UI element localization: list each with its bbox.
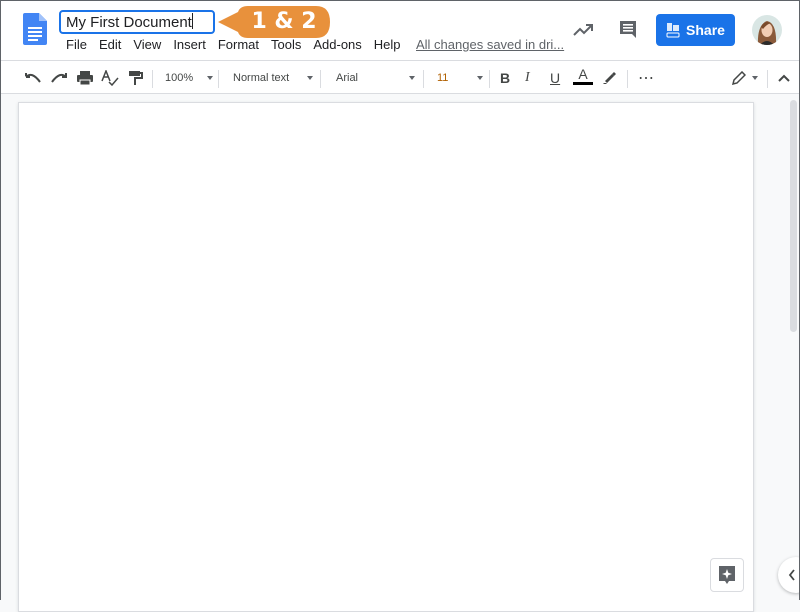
vertical-scrollbar[interactable]: [790, 100, 797, 332]
menu-view[interactable]: View: [127, 37, 167, 53]
activity-dashboard-button[interactable]: [571, 20, 595, 40]
share-lock-icon: [666, 22, 680, 38]
text-caret: [192, 13, 193, 29]
italic-icon: I: [525, 70, 530, 86]
zoom-value: 100%: [165, 72, 193, 84]
font-value: Arial: [336, 72, 358, 84]
text-color-bar: [573, 82, 593, 85]
menu-file[interactable]: File: [60, 37, 93, 53]
toolbar: 100% Normal text Arial 11 B I U A ⋯: [0, 60, 800, 94]
menu-edit[interactable]: Edit: [93, 37, 127, 53]
chevron-down-icon: [409, 76, 415, 80]
trending-up-icon: [573, 23, 593, 37]
pencil-icon: [732, 71, 746, 85]
paragraph-style-select[interactable]: Normal text: [233, 68, 313, 88]
redo-icon: [50, 72, 68, 84]
redo-button[interactable]: [50, 68, 68, 88]
paint-format-button[interactable]: [127, 68, 143, 88]
font-size-value: 11: [437, 72, 448, 84]
paragraph-style-value: Normal text: [233, 72, 289, 84]
document-area: [0, 95, 800, 600]
menu-format[interactable]: Format: [212, 37, 265, 53]
callout-label: 1 & 2: [244, 6, 324, 38]
menu-help[interactable]: Help: [368, 37, 407, 53]
chevron-down-icon: [752, 76, 758, 80]
bold-icon: B: [500, 70, 510, 86]
text-color-button[interactable]: A: [573, 66, 593, 88]
user-photo: [752, 15, 782, 45]
menu-bar: File Edit View Insert Format Tools Add-o…: [60, 37, 407, 53]
comment-icon: [618, 19, 638, 39]
bold-button[interactable]: B: [500, 68, 510, 88]
toolbar-divider: [320, 70, 321, 88]
menu-tools[interactable]: Tools: [265, 37, 307, 53]
comment-history-button[interactable]: [617, 18, 639, 40]
toolbar-divider: [218, 70, 219, 88]
paint-format-icon: [127, 70, 143, 86]
chevron-down-icon: [207, 76, 213, 80]
menu-add-ons[interactable]: Add-ons: [307, 37, 367, 53]
chevron-down-icon: [477, 76, 483, 80]
print-button[interactable]: [76, 68, 94, 88]
toolbar-divider: [489, 70, 490, 88]
more-icon: ⋯: [638, 68, 655, 88]
undo-icon: [24, 72, 42, 84]
undo-button[interactable]: [24, 68, 42, 88]
font-size-select[interactable]: 11: [437, 68, 483, 88]
save-status-link[interactable]: All changes saved in dri...: [416, 37, 564, 53]
share-label: Share: [686, 22, 725, 38]
highlight-icon: [601, 71, 617, 85]
document-page[interactable]: [18, 102, 754, 612]
toolbar-divider: [767, 70, 768, 88]
highlight-color-button[interactable]: [601, 68, 617, 88]
document-title-input[interactable]: My First Document: [59, 10, 215, 34]
docs-logo[interactable]: [23, 13, 47, 45]
header: My First Document 1 & 2 File Edit View I…: [0, 0, 800, 60]
toolbar-divider: [152, 70, 153, 88]
chevron-down-icon: [307, 76, 313, 80]
share-button[interactable]: Share: [656, 14, 735, 46]
toolbar-divider: [423, 70, 424, 88]
text-color-icon: A: [578, 66, 587, 82]
more-button[interactable]: ⋯: [638, 68, 655, 88]
menu-insert[interactable]: Insert: [167, 37, 212, 53]
document-title-text: My First Document: [66, 14, 192, 31]
chevron-left-icon: [788, 569, 796, 581]
underline-icon: U: [550, 70, 560, 86]
spellcheck-button[interactable]: [101, 68, 119, 88]
explore-button[interactable]: [710, 558, 744, 592]
chevron-up-icon: [778, 74, 790, 82]
italic-button[interactable]: I: [525, 68, 530, 88]
editing-mode-button[interactable]: [732, 68, 758, 88]
zoom-select[interactable]: 100%: [165, 68, 213, 88]
explore-icon: [718, 565, 736, 585]
font-select[interactable]: Arial: [336, 68, 415, 88]
spellcheck-icon: [101, 70, 119, 86]
print-icon: [76, 70, 94, 86]
account-avatar[interactable]: [752, 15, 782, 45]
toolbar-divider: [627, 70, 628, 88]
collapse-menus-button[interactable]: [778, 68, 790, 88]
underline-button[interactable]: U: [550, 68, 560, 88]
